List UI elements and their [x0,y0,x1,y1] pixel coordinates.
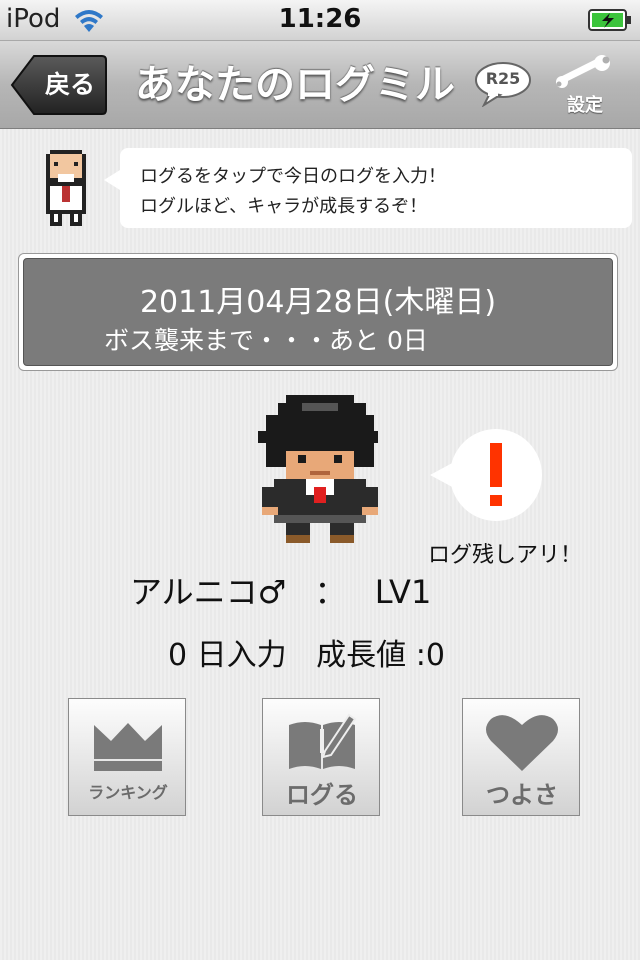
wrench-icon [556,55,610,88]
character-name: アルニコ♂ [130,573,287,611]
name-separator: ： [314,573,347,611]
log-label: ログる [286,781,358,809]
status-bar: iPod 11:26 [0,0,640,41]
page-title: あなたのログミル [135,62,455,108]
ranking-label: ランキング [88,783,168,802]
navigation-bar: 戻る あなたのログミル R25 設定 [0,41,640,129]
settings-button[interactable]: 設定 [552,55,618,117]
notebook-pen-icon [289,713,357,769]
days-input: 0 日入力 [168,638,287,673]
clock-time: 11:26 [278,4,362,34]
tip-bubble: ログるをタップで今日のログを入力！ ログルほど、キャラが成長するぞ！ [104,148,632,228]
current-date: 2011月04月28日(木曜日) [139,285,497,320]
growth-value: 成長値 :0 [316,638,445,673]
battery-charging-icon [588,8,632,36]
strength-label: つよさ [486,781,558,809]
back-button[interactable]: 戻る [10,54,108,116]
date-panel: 2011月04月28日(木曜日) ボス襲来まで・・・あと 0日 [18,253,618,371]
character-name-row: アルニコ♂ ： LV1 [130,567,431,613]
character-sprite [258,395,382,551]
tip-line-2: ログルほど、キャラが成長するぞ！ [140,196,428,217]
r25-button[interactable]: R25 [474,61,532,108]
heart-icon [486,715,558,771]
r25-label: R25 [485,69,521,88]
back-button-label: 戻る [44,70,95,99]
settings-label: 設定 [567,95,603,116]
guide-avatar [34,150,98,234]
character-level: LV1 [374,573,432,611]
log-status-label: ログ残しアリ！ [428,543,583,568]
character-stats: 0 日入力 成長値 :0 [168,630,445,674]
exclamation-icon[interactable] [430,425,548,529]
log-button[interactable]: ログる [262,698,380,816]
tip-line-1: ログるをタップで今日のログを入力！ [140,166,446,187]
ranking-button[interactable]: ランキング [68,698,186,816]
boss-countdown: ボス襲来まで・・・あと 0日 [104,326,428,355]
strength-button[interactable]: つよさ [462,698,580,816]
crown-icon [94,723,162,771]
